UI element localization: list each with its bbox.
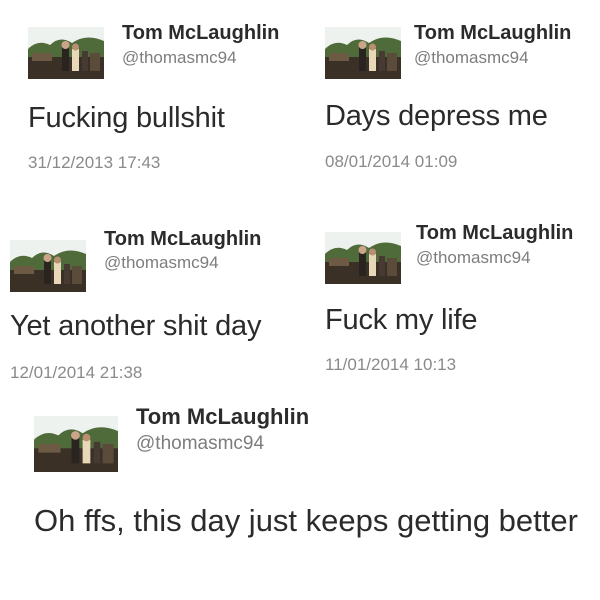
tweet-card: Tom McLaughlin @thomasmc94 Days depress … [300,0,600,200]
author-name[interactable]: Tom McLaughlin [104,228,261,251]
profile-photo[interactable] [325,27,401,79]
tweet-text: Fucking bullshit [28,102,225,134]
profile-photo[interactable] [34,416,118,472]
author-handle[interactable]: @thomasmc94 [122,48,237,68]
profile-photo[interactable] [10,240,86,292]
tweet-text: Fuck my life [325,304,478,336]
tweet-card: Tom McLaughlin @thomasmc94 Fuck my life … [300,200,600,390]
tweet-timestamp: 11/01/2014 10:13 [325,355,457,374]
tweet-card: Tom McLaughlin @thomasmc94 Oh ffs, this … [0,390,600,600]
tweet-timestamp: 12/01/2014 21:38 [10,363,143,382]
author-name[interactable]: Tom McLaughlin [136,404,309,430]
tweet-card: Tom McLaughlin @thomasmc94 Yet another s… [0,200,300,390]
author-name[interactable]: Tom McLaughlin [122,22,279,45]
author-handle[interactable]: @thomasmc94 [414,48,529,68]
tweet-text: Yet another shit day [10,310,262,342]
author-name[interactable]: Tom McLaughlin [414,22,571,45]
author-name[interactable]: Tom McLaughlin [416,222,573,245]
profile-photo[interactable] [28,27,104,79]
tweet-text: Oh ffs, this day just keeps getting bett… [34,503,578,538]
tweet-timestamp: 31/12/2013 17:43 [28,153,161,172]
author-handle[interactable]: @thomasmc94 [104,253,219,273]
author-handle[interactable]: @thomasmc94 [416,248,531,268]
tweet-text: Days depress me [325,100,548,132]
tweet-card: Tom McLaughlin @thomasmc94 Fucking bulls… [0,0,300,200]
profile-photo[interactable] [325,232,401,284]
author-handle[interactable]: @thomasmc94 [136,433,264,455]
tweet-timestamp: 08/01/2014 01:09 [325,152,458,171]
